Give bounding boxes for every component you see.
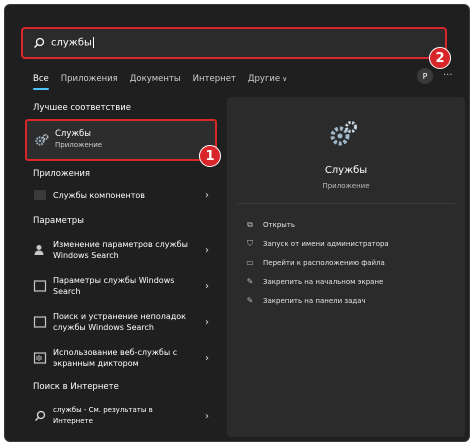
preview-panel: Службы Приложение ⧉ Открыть ⛉ Запуск от им… <box>227 97 465 437</box>
list-item-label: Поиск и устранение неполадок <box>53 312 186 321</box>
divider <box>237 203 455 204</box>
window-icon <box>33 316 47 328</box>
list-item-label: Интернете <box>53 417 93 425</box>
action-pin-to-start[interactable]: ✎ Закрепить на начальном экране <box>245 277 384 287</box>
tab-all[interactable]: Все <box>33 74 49 90</box>
pin-icon: ✎ <box>246 277 254 286</box>
settings-heading: Параметры <box>33 216 84 226</box>
web-search-heading: Поиск в Интернете <box>33 382 119 392</box>
search-icon <box>35 410 46 421</box>
chevron-right-icon: › <box>205 410 209 422</box>
action-open[interactable]: ⧉ Открыть <box>245 220 295 230</box>
list-item[interactable]: Изменение параметров службы Windows Searc… <box>25 235 217 265</box>
chevron-right-icon: › <box>205 352 209 364</box>
list-item[interactable]: Использование веб-службы с экранным дикто… <box>25 343 217 373</box>
preview-subtitle: Приложение <box>322 182 370 190</box>
start-search-window: службы Все Приложения Документы Интернет… <box>4 4 470 442</box>
chevron-right-icon: › <box>205 316 209 328</box>
apps-heading: Приложения <box>33 169 91 179</box>
action-label: Запуск от имени администратора <box>263 240 389 248</box>
action-open-file-location[interactable]: ▭ Перейти к расположению файла <box>245 258 385 268</box>
search-icon <box>34 37 45 48</box>
step-badge-1: 1 <box>199 145 221 167</box>
action-label: Открыть <box>263 221 295 229</box>
web-search-item[interactable]: службы - См. результаты в Интернете › <box>25 401 217 431</box>
folder-icon: ▭ <box>246 258 254 267</box>
preview-title: Службы <box>324 165 368 176</box>
list-item-label: службы Windows Search <box>53 323 154 332</box>
chevron-right-icon: › <box>205 244 209 256</box>
list-item-label: Использование веб-службы с <box>53 348 178 357</box>
list-item[interactable]: Службы компонентов › <box>25 185 217 205</box>
avatar[interactable]: P <box>417 68 433 84</box>
filter-tabs: Все Приложения Документы Интернет Другие… <box>33 71 299 90</box>
list-item-label: Параметры службы Windows <box>53 276 175 285</box>
tab-web[interactable]: Интернет <box>193 74 236 84</box>
list-item[interactable]: Поиск и устранение неполадок службы Windo… <box>25 307 217 337</box>
tab-more[interactable]: Другие ∨ <box>248 74 287 84</box>
action-label: Закрепить на панели задач <box>263 297 366 305</box>
user-settings-icon <box>34 245 44 255</box>
search-input[interactable]: службы <box>51 37 94 49</box>
list-item-label: Search <box>53 287 81 296</box>
pin-icon: ✎ <box>246 296 254 305</box>
component-services-icon <box>34 190 46 200</box>
action-pin-to-taskbar[interactable]: ✎ Закрепить на панели задач <box>245 296 366 306</box>
narrator-icon <box>33 352 47 364</box>
tab-documents[interactable]: Документы <box>130 74 181 84</box>
list-item[interactable]: Параметры службы Windows Search › <box>25 271 217 301</box>
chevron-right-icon: › <box>205 280 209 292</box>
best-match-heading: Лучшее соответствие <box>33 103 131 113</box>
action-label: Закрепить на начальном экране <box>263 278 384 286</box>
action-label: Перейти к расположению файла <box>263 259 385 267</box>
list-item-label: Службы компонентов <box>53 190 145 200</box>
best-match-subtitle: Приложение <box>55 141 103 149</box>
step-badge-2: 2 <box>429 47 451 69</box>
action-run-as-admin[interactable]: ⛉ Запуск от имени администратора <box>245 239 389 249</box>
window-icon <box>33 280 47 292</box>
gears-icon <box>330 121 357 146</box>
more-options-icon[interactable]: ··· <box>443 70 453 81</box>
open-icon: ⧉ <box>247 220 253 229</box>
list-item-label: Windows Search <box>53 251 119 260</box>
list-item-label: Изменение параметров службы <box>53 240 188 249</box>
chevron-right-icon: › <box>205 189 209 201</box>
gears-icon <box>35 133 49 146</box>
search-box[interactable]: службы <box>21 27 447 59</box>
shield-icon: ⛉ <box>247 239 253 248</box>
chevron-down-icon: ∨ <box>282 75 288 83</box>
best-match-title: Службы <box>55 129 92 139</box>
best-match-item[interactable]: Службы Приложение <box>25 119 217 161</box>
list-item-label: экранным диктором <box>53 359 139 368</box>
tab-apps[interactable]: Приложения <box>61 74 118 84</box>
list-item-label: службы - См. результаты в <box>53 406 153 414</box>
